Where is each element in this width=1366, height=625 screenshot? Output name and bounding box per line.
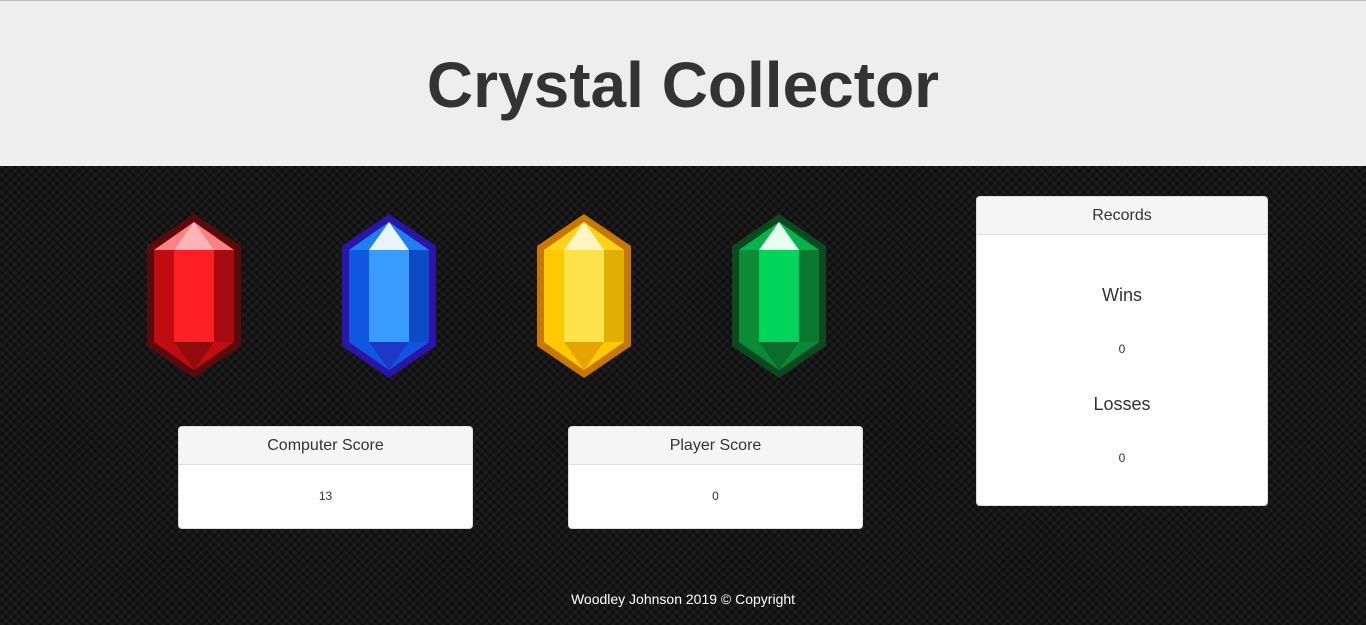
page-title: Crystal Collector <box>426 49 940 121</box>
player-score-heading: Player Score <box>569 427 862 465</box>
page-header: Crystal Collector <box>0 0 1366 166</box>
computer-score-panel: Computer Score 13 <box>178 426 473 529</box>
green-crystal-button[interactable] <box>729 210 829 382</box>
yellow-crystal-button[interactable] <box>534 210 634 382</box>
crystal-gem-icon <box>342 214 436 378</box>
records-heading: Records <box>977 197 1267 235</box>
records-panel: Records Wins 0 Losses 0 <box>976 196 1268 506</box>
crystal-gem-icon <box>147 214 241 378</box>
computer-score-value: 13 <box>318 489 333 503</box>
blue-crystal-button[interactable] <box>339 210 439 382</box>
crystal-gem-icon <box>732 214 826 378</box>
player-score-value: 0 <box>712 489 719 503</box>
wins-value: 0 <box>1118 342 1126 356</box>
records-body: Wins 0 Losses 0 <box>977 235 1267 505</box>
wins-label: Wins <box>1102 285 1142 305</box>
player-score-panel: Player Score 0 <box>568 426 863 529</box>
crystal-gem-icon <box>537 214 631 378</box>
losses-label: Losses <box>1093 394 1151 414</box>
red-crystal-button[interactable] <box>144 210 244 382</box>
footer-copyright: Woodley Johnson 2019 © Copyright <box>570 591 796 607</box>
computer-score-heading: Computer Score <box>179 427 472 465</box>
losses-value: 0 <box>1118 451 1126 465</box>
